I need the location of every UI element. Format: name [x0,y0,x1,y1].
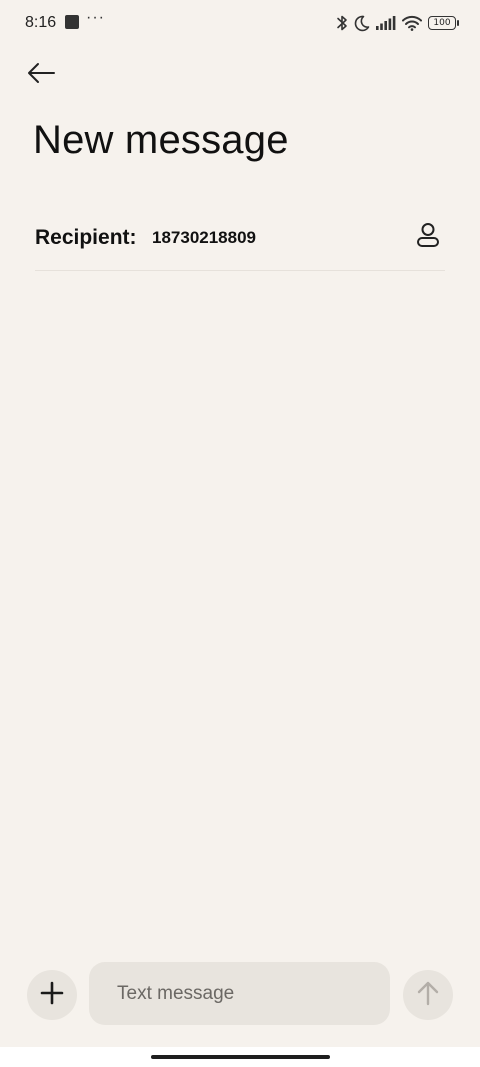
contact-picker-button[interactable] [413,222,443,252]
back-button[interactable] [22,58,60,92]
compose-bar [0,958,480,1030]
home-indicator[interactable] [151,1055,330,1059]
signal-icon [376,16,396,30]
moon-icon [354,14,370,32]
add-attachment-button[interactable] [27,970,77,1020]
status-bar: 8:16 ··· 100 [0,0,480,46]
navigation-bar [0,1047,480,1067]
recipient-row: Recipient: 18730218809 [35,214,445,271]
recipient-label: Recipient: [35,226,137,249]
more-notifications-indicator: ··· [86,9,105,26]
battery-icon: 100 [428,16,459,30]
message-input[interactable] [89,962,390,1025]
status-icons: 100 [336,12,459,34]
person-icon [416,222,440,253]
recipient-input[interactable]: 18730218809 [152,228,256,248]
plus-icon [40,981,64,1010]
wifi-icon [402,15,422,31]
page-title: New message [33,118,289,162]
back-arrow-icon [26,62,56,89]
send-button[interactable] [403,970,453,1020]
bluetooth-icon [336,14,348,32]
status-time: 8:16 [25,14,57,31]
arrow-up-icon [416,980,440,1011]
square-notification-icon [65,15,79,29]
